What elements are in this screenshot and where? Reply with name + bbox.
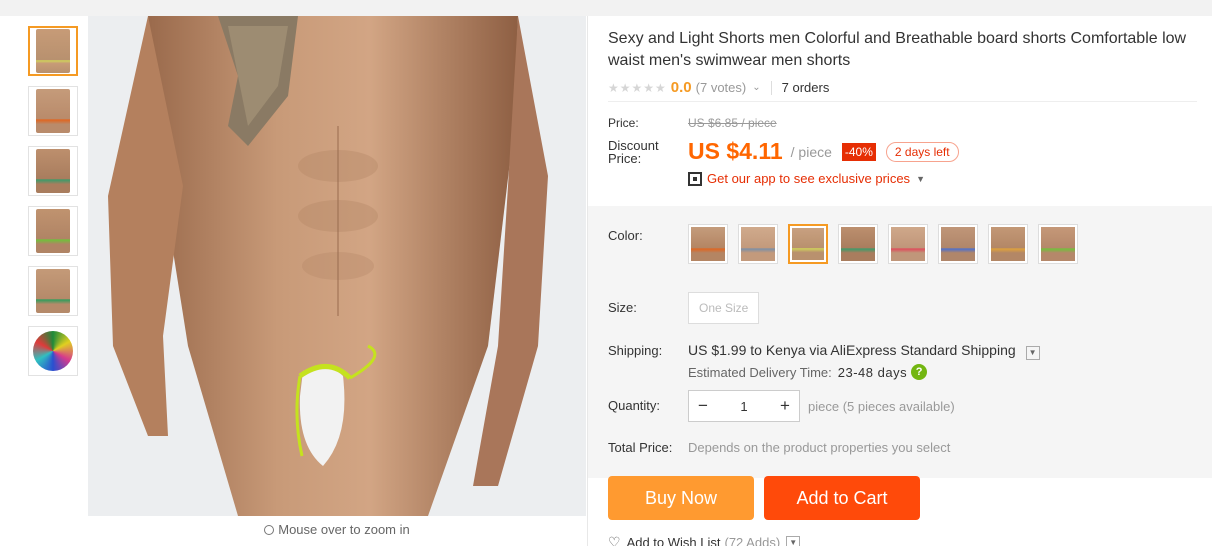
wish-list-label: Add to Wish List <box>626 535 721 546</box>
quantity-row: Quantity: − + piece (5 pieces available) <box>608 390 955 422</box>
product-title: Sexy and Light Shorts men Colorful and B… <box>608 30 1187 69</box>
color-swatch-5[interactable] <box>888 224 928 264</box>
shipping-label: Shipping: <box>608 343 663 358</box>
swatch-image <box>841 227 875 261</box>
heart-icon: ♡ <box>608 534 621 546</box>
shipping-price: US $1.99 <box>688 342 747 358</box>
help-icon[interactable]: ? <box>911 364 928 380</box>
orders-count: 7 orders <box>781 80 830 95</box>
buy-now-button[interactable]: Buy Now <box>608 476 754 520</box>
time-left-badge: 2 days left <box>885 141 959 162</box>
qr-code-icon <box>688 171 702 186</box>
thumbnail-strip <box>28 26 78 386</box>
discount-label-line1: Discount <box>608 137 659 153</box>
eta-label: Estimated Delivery Time: <box>688 364 832 380</box>
swatch-image <box>741 227 775 261</box>
magnifier-icon <box>264 525 275 535</box>
quantity-stepper: − + <box>688 390 800 422</box>
star-rating-icon: ★★★★★ <box>608 80 667 95</box>
thumbnail-3[interactable] <box>28 146 78 196</box>
app-promo[interactable]: Get our app to see exclusive prices ▼ <box>688 171 1208 186</box>
color-swatch-6[interactable] <box>938 224 978 264</box>
discount-price-label: Discount Price: <box>608 139 688 165</box>
thumbnail-image <box>36 89 70 133</box>
thumbnail-6[interactable] <box>28 326 78 376</box>
swatch-image <box>991 227 1025 261</box>
votes-count[interactable]: (7 votes) <box>696 80 747 95</box>
main-product-image[interactable] <box>88 16 586 516</box>
size-row: Size: One Size <box>608 292 760 324</box>
thumbnail-5[interactable] <box>28 266 78 316</box>
thumbnail-2[interactable] <box>28 86 78 136</box>
color-swatch-4[interactable] <box>838 224 878 264</box>
product-page: Mouse over to zoom in Sexy and Light Sho… <box>0 16 1212 546</box>
caret-down-icon: ▼ <box>916 173 925 184</box>
quantity-input[interactable] <box>719 398 769 414</box>
chevron-down-icon[interactable]: ▼ <box>786 535 801 546</box>
size-label: Size: <box>608 300 637 315</box>
discount-badge: -40% <box>841 142 876 161</box>
zoom-hint-text: Mouse over to zoom in <box>278 522 410 537</box>
shipping-info: US $1.99 to Kenya via AliExpress Standar… <box>688 342 1040 360</box>
rating-row: ★★★★★ 0.0 (7 votes) ⌄ 7 orders <box>608 78 1197 102</box>
thumbnail-image <box>36 149 70 193</box>
chevron-down-icon[interactable]: ▼ <box>1025 346 1040 360</box>
swatch-image <box>941 227 975 261</box>
color-row: Color: <box>608 224 1088 264</box>
color-swatches <box>688 224 1088 264</box>
wish-list-count: (72 Adds) <box>724 535 781 546</box>
separator <box>770 80 772 95</box>
swatch-image <box>891 227 925 261</box>
shipping-destination: to Kenya via AliExpress Standard Shippin… <box>750 342 1016 358</box>
thumbnail-image <box>36 29 70 73</box>
price-label: Price: <box>608 116 639 130</box>
thumbnail-image <box>33 331 73 371</box>
discount-row: Discount Price: US $4.11 / piece -40% 2 … <box>608 138 1208 165</box>
thumbnail-1[interactable] <box>28 26 78 76</box>
quantity-availability: piece (5 pieces available) <box>808 398 955 414</box>
wish-list-row[interactable]: ♡ Add to Wish List (72 Adds) ▼ <box>608 534 801 546</box>
price-row: Price: US $6.85 / piece <box>608 116 1208 130</box>
quantity-label: Quantity: <box>608 398 661 413</box>
original-price: US $6.85 / piece <box>688 116 777 130</box>
color-label: Color: <box>608 228 643 243</box>
current-price: US $4.11 <box>688 138 783 164</box>
discount-label-line2: Price: <box>608 150 642 166</box>
product-info: Sexy and Light Shorts men Colorful and B… <box>608 16 1208 186</box>
color-swatch-2[interactable] <box>738 224 778 264</box>
price-unit: / piece <box>790 143 832 160</box>
color-swatch-7[interactable] <box>988 224 1028 264</box>
total-price-note: Depends on the product properties you se… <box>688 440 951 455</box>
product-photo <box>88 16 586 516</box>
thumbnail-image <box>36 269 70 313</box>
shipping-row: Shipping: US $1.99 to Kenya via AliExpre… <box>608 342 1040 380</box>
swatch-image <box>1041 227 1075 261</box>
thumbnail-4[interactable] <box>28 206 78 256</box>
rating-value: 0.0 <box>670 79 692 96</box>
product-options: Color: Size: One Size Shipping: US $1.99 <box>588 206 1212 478</box>
total-price-row: Total Price: Depends on the product prop… <box>608 440 950 455</box>
color-swatch-3[interactable] <box>788 224 828 264</box>
eta-value: 23-48 days <box>837 364 908 380</box>
app-promo-text: Get our app to see exclusive prices <box>707 171 911 186</box>
zoom-hint: Mouse over to zoom in <box>88 522 586 537</box>
add-to-cart-button[interactable]: Add to Cart <box>764 476 920 520</box>
chevron-down-icon[interactable]: ⌄ <box>752 82 760 93</box>
delivery-estimate: Estimated Delivery Time: 23-48 days ? <box>688 364 1040 380</box>
swatch-image <box>691 227 725 261</box>
increase-quantity-button[interactable]: + <box>771 396 799 416</box>
swatch-image <box>792 228 824 260</box>
thumbnail-image <box>36 209 70 253</box>
decrease-quantity-button[interactable]: − <box>689 396 717 416</box>
color-swatch-8[interactable] <box>1038 224 1078 264</box>
total-price-label: Total Price: <box>608 440 673 455</box>
size-option-one-size[interactable]: One Size <box>688 292 760 324</box>
color-swatch-1[interactable] <box>688 224 728 264</box>
